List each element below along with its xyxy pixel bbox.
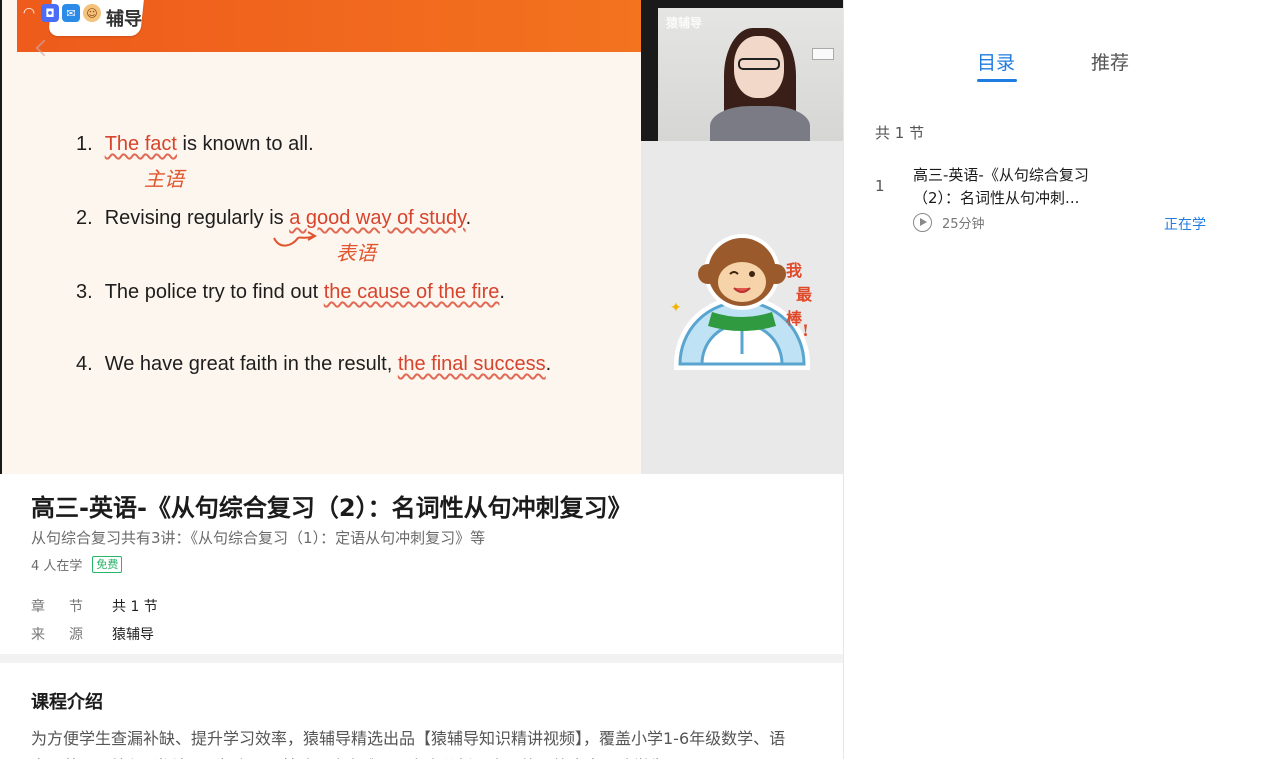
svg-text:最: 最 [796,285,813,304]
teacher-body [710,106,810,141]
teacher-glasses [738,58,780,70]
sidebar: 目录 推荐 共 1 节 1 高三-英语-《从句综合复习（2）：名词性从句冲刺..… [844,0,1265,759]
sentence-num: 4. [76,353,93,375]
meta-value: 共 1 节 [112,599,158,615]
free-badge: 免费 [92,556,123,573]
monkey-sticker: ✦ 我 最 棒 ! [670,234,813,370]
video-player[interactable]: 辅导 ◠ ◘ ✉ ☺ 1. The fact is known to all. 主… [0,0,843,474]
sentence-post: . [545,353,552,375]
app-root: 辅导 ◠ ◘ ✉ ☺ 1. The fact is known to all. 主… [0,0,1265,759]
lesson-count: 共 1 节 [875,124,925,142]
intro-text: 为方便学生查漏补缺、提升学习效率，猿辅导精选出品【猿辅导知识精讲视频】，覆盖小学… [31,729,786,759]
wall-socket [812,48,834,60]
sentence-num: 2. [76,207,93,229]
sentence-post: . [499,281,505,303]
slide-edge [2,0,17,474]
lesson-item[interactable]: 1 高三-英语-《从句综合复习（2）：名词性从句冲刺... 25分钟 正在学 [844,160,1265,240]
course-info: 高三-英语-《从句综合复习（2）：名词性从句冲刺复习》 从句综合复习共有3讲：《… [0,474,843,654]
lesson-index: 1 [875,177,885,195]
course-subtitle: 从句综合复习共有3讲：《从句综合复习（1）：定语从句冲刺复习》等 [31,529,486,547]
wifi-icon: ◠ [23,5,35,21]
sentence-num: 1. [76,133,93,155]
course-title: 高三-英语-《从句综合复习（2）：名词性从句冲刺复习》 [31,494,632,522]
lesson-title: 高三-英语-《从句综合复习（2）：名词性从句冲刺... [913,166,1089,207]
meta-key: 来源 [31,627,107,643]
sentence-post: is known to all. [176,133,314,155]
brand-label: 辅导 [106,9,142,30]
lesson-duration-text: 25分钟 [942,217,985,232]
handwriting-1: 主语 [144,167,184,191]
tab-recommend[interactable]: 推荐 [1091,48,1129,75]
svg-text:棒: 棒 [786,309,803,328]
meta-key: 章节 [31,599,107,615]
sentence-pre: We have great faith in the result, [104,353,398,375]
app-icon-a: ◘ [41,4,59,22]
meta-value: 猿辅导 [112,627,154,643]
lecture-slide: 辅导 ◠ ◘ ✉ ☺ 1. The fact is known to all. 主… [2,0,641,474]
sentence-highlight: a good way of study [289,207,466,229]
section-divider [0,654,843,663]
tab-active-indicator [977,79,1017,82]
sentence-4: 4. We have great faith in the result, the… [76,353,551,376]
svg-text:✦: ✦ [670,300,682,316]
sentence-pre: The police try to find out [104,281,324,303]
camera-watermark: 猿辅导 [666,16,703,30]
sentence-1: 1. The fact is known to all. [76,133,314,156]
status-icons: ◠ ◘ ✉ ☺ [20,4,101,22]
learner-count: 4 人在学 免费 [31,555,123,574]
sentence-2: 2. Revising regularly is a good way of st… [76,207,471,230]
lesson-status: 正在学 [1164,217,1206,233]
course-main: 辅导 ◠ ◘ ✉ ☺ 1. The fact is known to all. 主… [0,0,843,759]
svg-text:我: 我 [786,261,802,280]
sentence-highlight: The fact [104,133,177,155]
sentence-num: 3. [76,281,93,303]
sentence-3: 3. The police try to find out the cause o… [76,281,505,304]
app-icon-b: ✉ [62,4,80,22]
sentence-pre: Revising regularly is [104,207,290,229]
handwriting-arrow [273,231,318,247]
meta-source: 来源 猿辅导 [31,624,154,644]
tab-catalog[interactable]: 目录 [977,48,1015,75]
sentence-post: . [465,207,472,229]
handwriting-2: 表语 [336,241,376,265]
meta-chapters: 章节 共 1 节 [31,596,158,616]
sentence-highlight: the final success [397,353,546,375]
learner-count-text: 4 人在学 [31,559,83,574]
app-icon-c: ☺ [83,4,101,22]
teacher-camera: 猿辅导 [658,8,843,141]
intro-heading: 课程介绍 [31,692,103,713]
sentence-highlight: the cause of the fire [323,281,500,303]
play-circle-icon [913,213,932,232]
lesson-duration: 25分钟 [913,213,985,232]
course-intro: 课程介绍 为方便学生查漏补缺、提升学习效率，猿辅导精选出品【猿辅导知识精讲视频】… [0,663,843,759]
svg-text:!: ! [802,321,809,340]
